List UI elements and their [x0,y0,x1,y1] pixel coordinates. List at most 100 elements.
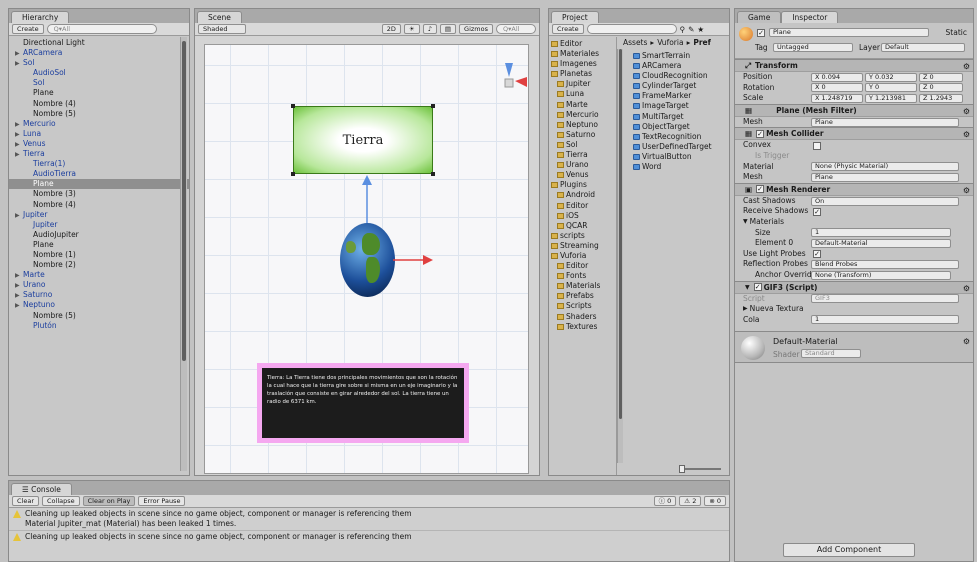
zoom-slider-handle[interactable] [679,465,685,473]
gear-icon[interactable]: ⚙ [963,186,970,195]
project-search-input[interactable] [586,24,677,34]
asset-item[interactable]: MultiTarget [629,112,729,122]
hierarchy-item[interactable]: Plane [9,179,189,190]
asset-item[interactable]: Word [629,162,729,172]
asset-item[interactable]: UserDefinedTarget [629,142,729,152]
project-folder[interactable]: Venus [549,170,616,180]
gear-icon[interactable]: ⚙ [963,107,970,116]
collider-mesh-field[interactable]: Plane [811,172,959,182]
project-folder[interactable]: Marte [549,100,616,110]
card-corner-handle[interactable] [431,172,435,176]
breadcrumb-item[interactable]: Vuforia [657,37,683,49]
tab-console[interactable]: ☰ Console [11,483,72,495]
favorite-icon[interactable]: ★ [697,25,704,34]
rotation-x-field[interactable]: X 0 [811,83,863,93]
project-folder[interactable]: Plugins [549,180,616,190]
project-scroll-thumb[interactable] [619,49,622,419]
nueva-textura-foldout-icon[interactable]: ▶ [743,304,748,315]
hierarchy-item[interactable]: AudioJupiter [9,230,189,240]
tab-hierarchy[interactable]: Hierarchy [11,11,70,23]
script-enabled-checkbox[interactable]: ✓ [753,283,762,291]
error-count-toggle[interactable]: ⊗ 0 [704,496,726,506]
project-folder[interactable]: Saturno [549,130,616,140]
project-folder[interactable]: Vuforia [549,251,616,261]
material-preview[interactable]: Default-Material Shader Standard ⚙ [735,331,973,364]
mesh-renderer-enabled-checkbox[interactable]: ✓ [756,185,765,194]
rotation-z-field[interactable]: Z 0 [919,83,963,93]
hierarchy-item[interactable]: ▶ Jupiter [9,210,189,220]
position-x-field[interactable]: X 0.094 [811,72,863,82]
project-folder[interactable]: scripts [549,231,616,241]
project-folder[interactable]: Editor [549,39,616,49]
expand-arrow-icon[interactable]: ▶ [15,130,23,139]
tab-game[interactable]: Game [737,11,782,23]
reflection-probes-dropdown[interactable]: Blend Probes [811,260,959,270]
mesh-collider-header[interactable]: ▦ ✓ Mesh Collider ⚙ [735,127,973,141]
hierarchy-item[interactable]: ▶ Urano [9,280,189,290]
expand-arrow-icon[interactable]: ▶ [15,271,23,280]
clear-button[interactable]: Clear [12,496,39,506]
hierarchy-item[interactable]: Directional Light [9,38,189,48]
tierra-title-card[interactable]: Tierra [293,106,433,174]
asset-item[interactable]: ObjectTarget [629,122,729,132]
move-gizmo-y-arrow[interactable] [360,173,374,225]
asset-item[interactable]: CylinderTarget [629,81,729,91]
materials-row[interactable]: ▼ Materials [735,217,973,228]
mesh-filter-header[interactable]: ▦ Plane (Mesh Filter) ⚙ [735,103,973,117]
scale-x-field[interactable]: X 1.248719 [811,93,863,103]
scene-viewport[interactable]: Tierra Tierra: La Tierra tiene dos princ… [204,44,529,474]
gizmos-dropdown[interactable]: Gizmos [459,24,493,34]
asset-item[interactable]: FrameMarker [629,91,729,101]
mesh-renderer-header[interactable]: ▣ ✓ Mesh Renderer ⚙ [735,182,973,196]
project-folder[interactable]: Planetas [549,69,616,79]
hierarchy-item[interactable]: ▶ Sol [9,58,189,68]
effects-toggle-icon[interactable]: ▤ [439,24,457,34]
nueva-textura-row[interactable]: ▶ Nueva Textura [735,304,973,315]
card-corner-handle[interactable] [431,104,435,108]
description-panel[interactable]: Tierra: La Tierra tiene dos principales … [257,363,469,443]
size-field[interactable]: 1 [811,228,951,238]
project-folder[interactable]: Imagenes [549,59,616,69]
zoom-slider[interactable] [679,465,721,473]
script-field[interactable]: GIF3 [811,294,959,304]
toggle-2d-button[interactable]: 2D [381,24,401,34]
add-component-button[interactable]: Add Component [783,543,915,557]
hierarchy-item[interactable]: ▶ Marte [9,270,189,280]
shading-mode-dropdown[interactable]: Shaded [198,24,246,34]
asset-item[interactable]: CloudRecognition [629,71,729,81]
project-folder[interactable]: Editor [549,201,616,211]
scale-z-field[interactable]: Z 1.2943 [919,93,963,103]
tab-scene[interactable]: Scene [197,11,242,23]
hierarchy-item[interactable]: Nombre (4) [9,200,189,210]
hierarchy-item[interactable]: ▶ Tierra [9,149,189,159]
hierarchy-item[interactable]: Nombre (5) [9,311,189,321]
cola-field[interactable]: 1 [811,315,959,325]
project-folder[interactable]: Materials [549,281,616,291]
expand-arrow-icon[interactable]: ▶ [15,59,23,68]
hierarchy-item[interactable]: Plane [9,240,189,250]
project-folder[interactable]: Mercurio [549,110,616,120]
hierarchy-item[interactable]: ▶ Luna [9,129,189,139]
hierarchy-item[interactable]: ▶ Venus [9,139,189,149]
error-pause-button[interactable]: Error Pause [138,496,186,506]
scale-y-field[interactable]: Y 1.213981 [865,93,917,103]
project-create-button[interactable]: Create [552,24,584,34]
element0-field[interactable]: Default-Material [811,238,951,248]
scene-orientation-gizmo[interactable] [491,59,527,99]
hierarchy-item[interactable]: AudioSol [9,68,189,78]
hierarchy-item[interactable]: Plane [9,88,189,98]
materials-foldout-icon[interactable]: ▼ [743,217,748,228]
hierarchy-item[interactable]: Nombre (5) [9,109,189,119]
asset-item[interactable]: SmartTerrain [629,51,729,61]
hierarchy-create-button[interactable]: Create [12,24,44,34]
expand-arrow-icon[interactable]: ▶ [15,291,23,300]
move-gizmo-x-arrow[interactable] [393,253,435,267]
anchor-override-field[interactable]: None (Transform) [811,270,951,280]
gear-icon[interactable]: ⚙ [963,62,970,71]
hierarchy-item[interactable]: Jupiter [9,220,189,230]
scene-search-input[interactable]: Q▾All [496,24,536,34]
project-folder[interactable]: Prefabs [549,291,616,301]
hierarchy-item[interactable]: Nombre (3) [9,189,189,199]
position-z-field[interactable]: Z 0 [919,72,963,82]
hierarchy-search-input[interactable]: Q▾All [46,24,157,34]
